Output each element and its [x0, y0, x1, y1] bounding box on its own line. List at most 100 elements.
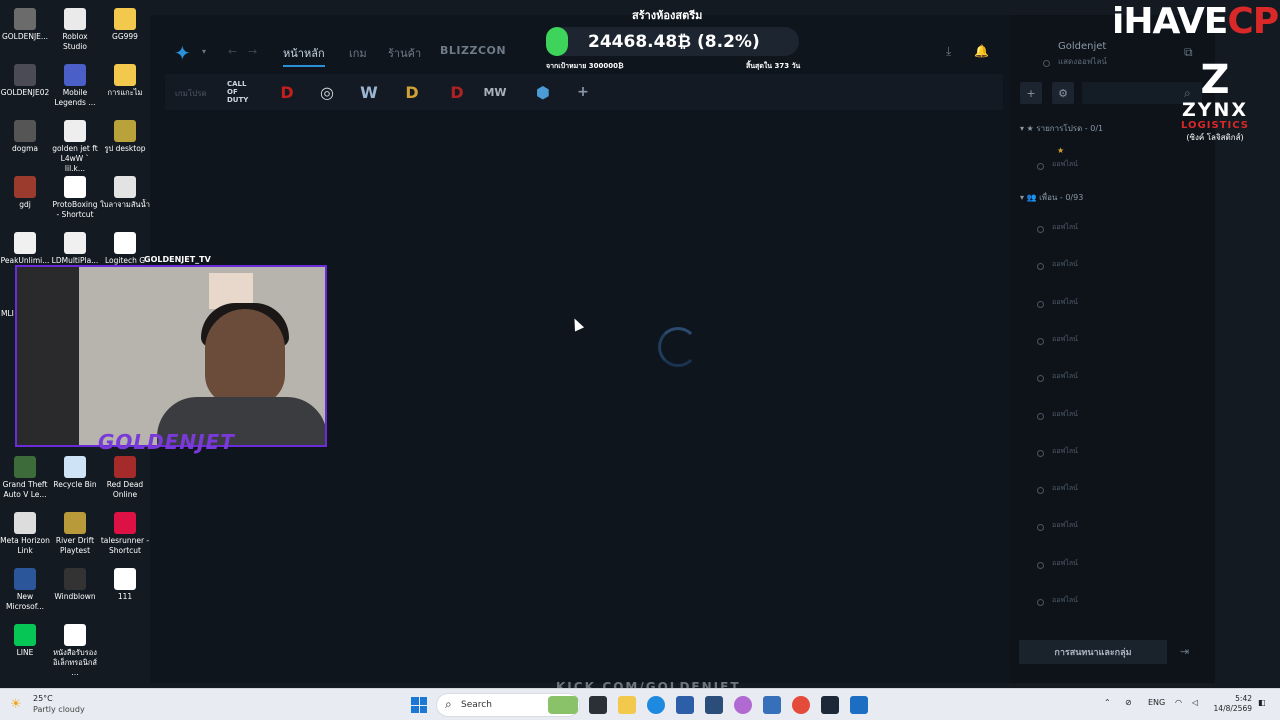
weather-desc[interactable]: Partly cloudy	[33, 705, 85, 714]
file-explorer-icon[interactable]	[618, 696, 636, 714]
caret-down-icon: ▾ ★	[1020, 124, 1037, 133]
weather-icon[interactable]: ☀	[10, 697, 22, 712]
friend-status[interactable]: ออฟไลน์	[1052, 159, 1078, 170]
game-call-of-duty-icon[interactable]: CALL OF DUTY	[227, 80, 257, 104]
wifi-icon[interactable]: ◠	[1175, 698, 1182, 707]
game-heroes-icon[interactable]: ⬢	[531, 80, 555, 104]
friend-status[interactable]: ออฟไลน์	[1052, 222, 1078, 233]
game-mw-icon[interactable]: MW	[483, 80, 507, 104]
desktop-icon[interactable]: ProtoBoxing - Shortcut	[50, 176, 100, 220]
desktop-icon[interactable]: talesrunner - Shortcut	[100, 512, 150, 556]
tab-games[interactable]: เกม	[349, 44, 367, 62]
collapse-panel-icon[interactable]: ⇥	[1180, 645, 1189, 658]
store-icon[interactable]	[705, 696, 723, 714]
chats-groups-button[interactable]: การสนทนาและกลุ่ม	[1019, 640, 1167, 664]
game-warcraft-icon[interactable]: W	[357, 80, 381, 104]
desktop-icon-label: รูป desktop	[104, 144, 146, 153]
desktop-icon[interactable]: gdj	[0, 176, 50, 210]
vscode-icon[interactable]	[676, 696, 694, 714]
desktop-icon[interactable]: Red Dead Online	[100, 456, 150, 500]
tab-blizzcon[interactable]: BLIZZCON	[440, 44, 506, 57]
username[interactable]: Goldenjet	[1058, 41, 1106, 52]
user-status[interactable]: แสดงออฟไลน์	[1058, 55, 1107, 68]
friend-status[interactable]: ออฟไลน์	[1052, 334, 1078, 345]
app-icon	[64, 624, 86, 646]
desktop-icon[interactable]: รูป desktop	[100, 120, 150, 154]
desktop-icon[interactable]: 111	[100, 568, 150, 602]
steam-icon[interactable]	[821, 696, 839, 714]
chrome-icon[interactable]	[792, 696, 810, 714]
bell-icon[interactable]: 🔔	[974, 44, 989, 58]
desktop-icon[interactable]: Grand Theft Auto V Le...	[0, 456, 50, 500]
friend-status[interactable]: ออฟไลน์	[1052, 259, 1078, 270]
game-overwatch-icon[interactable]: ◎	[315, 80, 339, 104]
language-indicator[interactable]: ENG	[1148, 698, 1165, 707]
battlenet-taskbar-icon[interactable]	[850, 696, 868, 714]
desktop-icon[interactable]: GG999	[100, 8, 150, 42]
taskbar: ☀ 25°C Partly cloudy ⌕ Search ⌃ ⊘ ENG ◠ …	[0, 688, 1280, 720]
friend-status-dot-icon	[1037, 337, 1044, 345]
favorites-section-header[interactable]: ▾ ★ รายการโปรด - 0/1	[1020, 122, 1103, 135]
game-diablo-icon[interactable]: D	[275, 80, 299, 104]
game-diablo-immortal-icon[interactable]: D	[445, 80, 469, 104]
desktop-icon[interactable]: Recycle Bin	[50, 456, 100, 490]
add-friend-button[interactable]: +	[1020, 82, 1042, 104]
desktop-icon[interactable]: การแกะไม	[100, 64, 150, 98]
game-diablo-2-icon[interactable]: D	[400, 80, 424, 104]
forward-arrow-icon[interactable]: →	[248, 45, 257, 58]
back-arrow-icon[interactable]: ←	[228, 45, 237, 58]
add-game-button[interactable]: +	[576, 80, 590, 104]
chevron-down-icon[interactable]: ▾	[202, 47, 206, 56]
friend-requests-button[interactable]: ⚙	[1052, 82, 1074, 104]
desktop-icon[interactable]: ใบลาจามสันน้ำ	[100, 176, 150, 210]
app-icon	[14, 176, 36, 198]
desktop-icon[interactable]: Meta Horizon Link	[0, 512, 50, 556]
desktop-icon[interactable]: dogma	[0, 120, 50, 154]
friends-section-header[interactable]: ▾ 👥 เพื่อน - 0/93	[1020, 191, 1083, 204]
network-off-icon[interactable]: ⊘	[1125, 698, 1132, 707]
weather-temp[interactable]: 25°C	[33, 694, 53, 703]
app-icon	[114, 176, 136, 198]
friend-status[interactable]: ออฟไลน์	[1052, 595, 1078, 606]
download-icon[interactable]: ⤓	[946, 44, 960, 58]
search-highlight-icon[interactable]	[548, 696, 578, 714]
desktop-icon-label: Windblown	[54, 592, 96, 601]
windows-start-icon[interactable]	[411, 697, 427, 713]
friend-status-dot-icon	[1037, 226, 1044, 233]
clock[interactable]: 5:42 14/8/2569	[1212, 694, 1252, 714]
mail-icon[interactable]	[763, 696, 781, 714]
desktop-icon[interactable]: PeakUnlimi...	[0, 232, 50, 266]
desktop-icon[interactable]: GOLDENJE...	[0, 8, 50, 42]
battlenet-logo-icon[interactable]: ✦	[174, 41, 198, 65]
tab-home[interactable]: หน้าหลัก	[283, 44, 325, 67]
friend-status[interactable]: ออฟไลน์	[1052, 483, 1078, 494]
tray-chevron-icon[interactable]: ⌃	[1104, 698, 1111, 707]
tab-shop[interactable]: ร้านค้า	[388, 44, 421, 62]
app-icon	[14, 568, 36, 590]
desktop-icon[interactable]: Windblown	[50, 568, 100, 602]
friend-status[interactable]: ออฟไลน์	[1052, 297, 1078, 308]
desktop-icon[interactable]: LDMultiPla...	[50, 232, 100, 266]
notification-icon[interactable]: ◧	[1258, 698, 1266, 707]
app-icon	[64, 568, 86, 590]
desktop-icon[interactable]: River Drift Playtest	[50, 512, 100, 556]
desktop-icon[interactable]: หนังสือรับรอง อิเล็กทรอนิกส์ ...	[50, 624, 100, 678]
edge-icon[interactable]	[647, 696, 665, 714]
task-view-icon[interactable]	[589, 696, 607, 714]
friend-status[interactable]: ออฟไลน์	[1052, 446, 1078, 457]
copilot-icon[interactable]	[734, 696, 752, 714]
friend-status[interactable]: ออฟไลน์	[1052, 409, 1078, 420]
desktop-icon[interactable]: Roblox Studio	[50, 8, 100, 52]
app-icon	[14, 624, 36, 646]
popout-icon[interactable]: ⧉	[1184, 45, 1198, 59]
friend-status[interactable]: ออฟไลน์	[1052, 371, 1078, 382]
counter-goal: จากเป้าหมาย 300000₿	[546, 62, 624, 70]
desktop-icon[interactable]: LINE	[0, 624, 50, 658]
friend-status[interactable]: ออฟไลน์	[1052, 558, 1078, 569]
desktop-icon[interactable]: Mobile Legends ...	[50, 64, 100, 108]
desktop-icon[interactable]: New Microsof...	[0, 568, 50, 612]
desktop-icon[interactable]: GOLDENJE02	[0, 64, 50, 98]
friend-status[interactable]: ออฟไลน์	[1052, 520, 1078, 531]
desktop-icon[interactable]: golden jet ft L4wW ` lil.k...	[50, 120, 100, 174]
volume-icon[interactable]: ◁	[1192, 698, 1198, 707]
